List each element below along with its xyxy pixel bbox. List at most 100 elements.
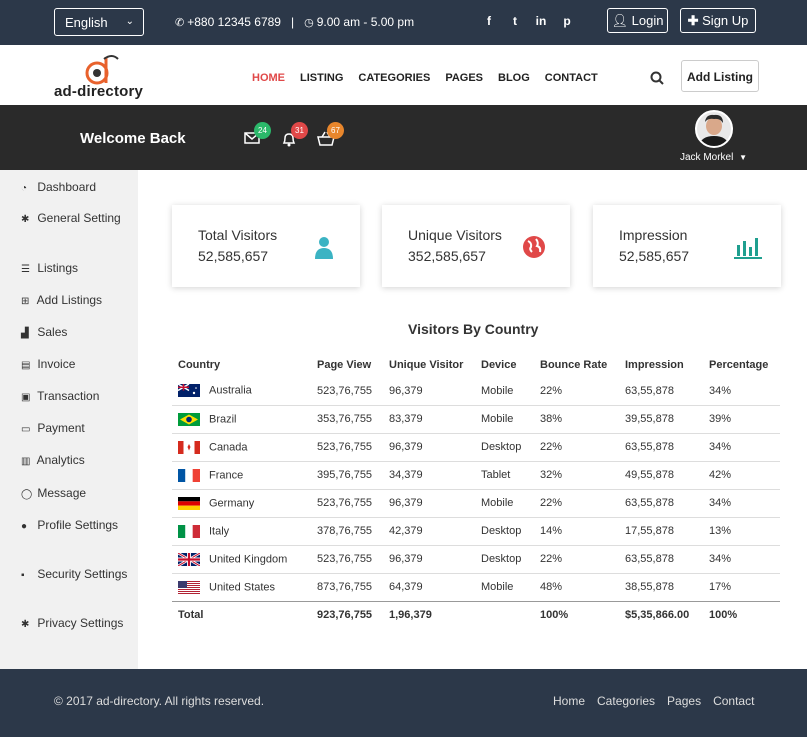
sidebar-item-profile-settings[interactable]: ● Profile Settings (21, 517, 131, 535)
table-cell: Desktop (475, 544, 534, 573)
table-cell: 22% (534, 488, 619, 517)
table-row: Italy 378,76,755 42,379 Desktop 14% 17,55,878… (172, 516, 780, 545)
footer-link-pages[interactable]: Pages (667, 694, 701, 708)
signup-button[interactable]: ✚ Sign Up (680, 8, 756, 33)
sidebar-item-label: General Setting (37, 211, 121, 225)
total-cell: 1,96,379 (383, 600, 475, 629)
table-cell: 22% (534, 432, 619, 461)
sidebar-item-analytics[interactable]: ▥ Analytics (21, 452, 131, 470)
table-cell: Mobile (481, 384, 514, 397)
nav-home[interactable]: HOME (252, 72, 285, 84)
country-name: Australia (209, 384, 252, 397)
table-cell: 378,76,755 (311, 516, 383, 545)
country-name: Italy (209, 524, 230, 537)
login-button[interactable]: 👤︎ Login (607, 8, 668, 33)
table-cell: Mobile (475, 488, 534, 517)
footer-link-home[interactable]: Home (553, 694, 585, 708)
sidebar-item-general-setting[interactable]: ✱ General Setting (21, 210, 131, 228)
avatar-image (697, 112, 731, 146)
sidebar-item-listings[interactable]: ☰ Listings (21, 260, 131, 278)
table-cell: 83,379 (383, 404, 475, 433)
top-bar: English ⌄ ✆ +880 12345 6789 | ◷ 9.00 am - … (0, 0, 807, 45)
sidebar-item-add-listings[interactable]: ⊞ Add Listings (21, 292, 131, 310)
flag-icon (178, 580, 200, 594)
footer-link-categories[interactable]: Categories (597, 694, 655, 708)
table-cell: 34% (703, 488, 780, 517)
flag-icon (178, 496, 200, 510)
add-listing-button[interactable]: Add Listing (681, 60, 759, 92)
table-cell: Mobile (475, 572, 534, 601)
cart-count-badge: 67 (327, 122, 344, 139)
cart-icon: ▟ (21, 328, 29, 339)
table-cell: 96,379 (383, 432, 475, 461)
stat-card-unique-visitors: Unique Visitors 352,585,657 (382, 205, 570, 287)
globe-icon (523, 236, 545, 258)
table-cell: 39% (703, 404, 780, 433)
table-cell: 523,76,755 (311, 544, 383, 573)
phone-item: ✆ +880 12345 6789 (175, 15, 281, 29)
table-cell: 49,55,878 (619, 460, 703, 489)
nav-pages[interactable]: PAGES (445, 72, 483, 84)
sidebar-item-transaction[interactable]: ▣ Transaction (21, 388, 131, 406)
country-name: France (209, 468, 244, 481)
chevron-down-icon: ⌄ (125, 16, 134, 27)
mail-notification[interactable]: 24 (244, 122, 271, 149)
signup-label: Sign Up (702, 13, 749, 28)
comment-icon: ◯ (21, 489, 33, 500)
table-cell: 22% (540, 384, 563, 397)
table-cell: 873,76,755 (311, 572, 383, 601)
nav-listing[interactable]: LISTING (300, 72, 343, 84)
linkedin-icon[interactable]: in (534, 14, 548, 28)
sidebar-item-label: Payment (37, 421, 85, 435)
pinterest-icon[interactable]: p (560, 14, 574, 28)
sidebar-item-sales[interactable]: ▟ Sales (21, 324, 131, 342)
table-cell: 38,55,878 (619, 572, 703, 601)
footer-link-contact[interactable]: Contact (713, 694, 754, 708)
logo[interactable]: ad-directory (54, 53, 154, 101)
avatar[interactable] (695, 110, 733, 148)
sidebar-item-payment[interactable]: ▭ Payment (21, 420, 131, 438)
sidebar-item-invoice[interactable]: ▤ Invoice (21, 356, 131, 374)
phone-icon: ✆ (175, 17, 185, 29)
nav-categories[interactable]: CATEGORIES (358, 72, 430, 84)
sidebar-item-label: Add Listings (36, 293, 103, 307)
user-menu[interactable]: Jack Morkel ▼ (680, 152, 747, 163)
nav-blog[interactable]: BLOG (498, 72, 530, 84)
country-cell: United States (172, 572, 311, 601)
language-select[interactable]: English ⌄ (54, 8, 144, 36)
plus-square-icon: ⊞ (21, 296, 30, 307)
hours-item: ◷ 9.00 am - 5.00 pm (304, 15, 414, 29)
sidebar-item-privacy-settings[interactable]: ✱ Privacy Settings (21, 615, 131, 633)
table-row: Australia 523,76,755 96,379 Mobile 22% 63,55,… (172, 377, 780, 405)
user-icon: ● (21, 521, 28, 532)
total-cell: Total (172, 600, 311, 629)
sidebar-item-security-settings[interactable]: ▪ Security Settings (21, 566, 131, 584)
table-cell: 14% (534, 516, 619, 545)
facebook-icon[interactable]: f (482, 14, 496, 28)
table-cell: 523,76,755 (311, 488, 383, 517)
twitter-icon[interactable]: t (508, 14, 522, 28)
total-cell: 100% (703, 600, 780, 629)
logo-mark-icon (85, 55, 119, 85)
search-icon[interactable] (650, 71, 664, 85)
table-row: Germany 523,76,755 96,379 Mobile 22% 63,55,87… (172, 488, 780, 517)
nav-contact[interactable]: CONTACT (545, 72, 598, 84)
user-icon (315, 237, 333, 259)
sidebar-item-dashboard[interactable]: ◔ Dashboard (21, 179, 131, 197)
column-header: Country (178, 359, 221, 371)
table-cell: 34% (709, 384, 732, 397)
table-cell: 96,379 (389, 384, 423, 397)
cart-notification[interactable]: 67 (317, 122, 344, 149)
stat-label: Unique Visitors (408, 227, 502, 243)
logo-text: ad-directory (54, 83, 144, 100)
bell-notification[interactable]: 31 (281, 122, 308, 149)
table-cell: 32% (534, 460, 619, 489)
table-header-row: Country Page View Unique Visitor Device … (172, 353, 780, 377)
footer: © 2017 ad-directory. All rights reserved… (0, 669, 807, 737)
country-cell: Canada (172, 432, 311, 461)
sidebar-item-message[interactable]: ◯ Message (21, 485, 131, 503)
table-total-row: Total 923,76,755 1,96,379 100% $5,35,866.00 1… (172, 600, 780, 629)
table-cell: 63,55,878 (625, 384, 674, 397)
sidebar-item-label: Dashboard (37, 180, 97, 194)
table-row: United States 873,76,755 64,379 Mobile 48% 38… (172, 572, 780, 601)
